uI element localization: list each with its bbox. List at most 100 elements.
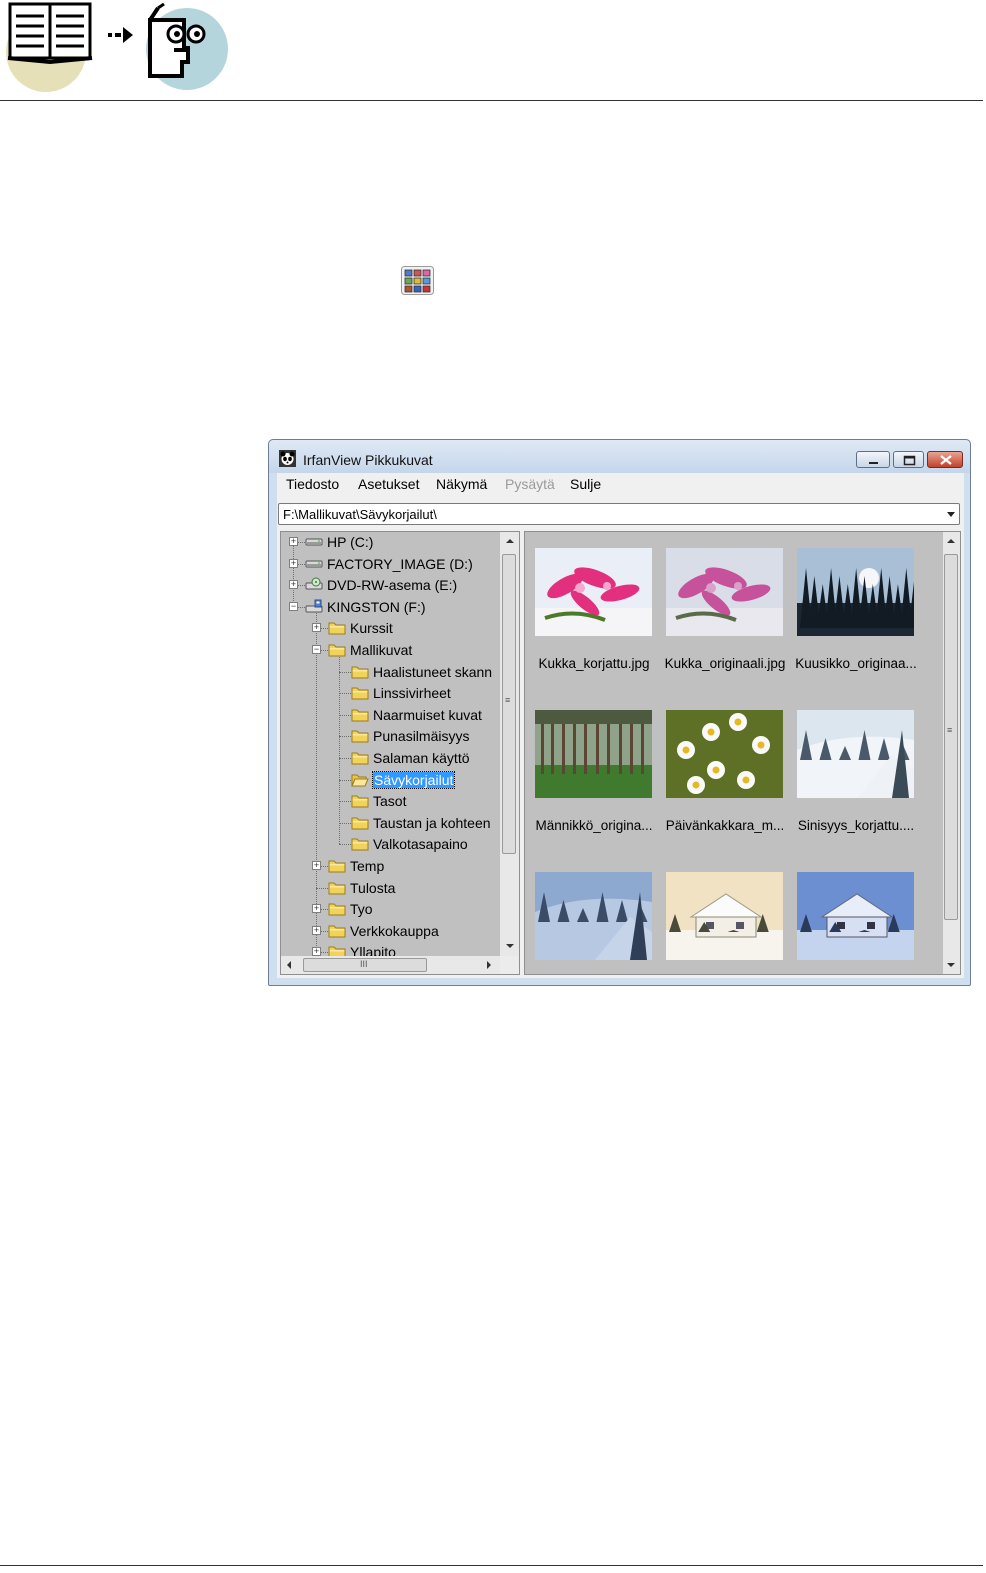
tree-node[interactable]: Sävykorjailut <box>281 770 511 791</box>
thumbnail-item[interactable]: Kukka_originaali.jpg <box>662 546 788 696</box>
title-bar[interactable]: IrfanView Pikkukuvat <box>269 440 970 473</box>
tree-node[interactable]: Taustan ja kohteen <box>281 813 511 834</box>
close-button[interactable] <box>927 451 963 468</box>
minimize-icon <box>869 462 878 464</box>
tree-node-label: KINGSTON (F:) <box>327 598 426 615</box>
collapse-icon[interactable]: − <box>289 601 298 611</box>
usb-drive-icon <box>305 599 323 614</box>
expand-icon[interactable]: + <box>312 925 321 935</box>
tree-node-label: Salaman käyttö <box>373 750 470 766</box>
path-value: F:\Mallikuvat\Sävykorjailut\ <box>283 507 437 522</box>
menu-sulje[interactable]: Sulje <box>570 476 601 492</box>
thumbnail-grid: Kukka_korjattu.jpg Kukka_originaali.jpg … <box>524 531 961 975</box>
thumbnail-image <box>666 548 783 636</box>
tree-node-label: Valkotasapaino <box>373 836 468 853</box>
thumbnail-image <box>797 710 914 798</box>
tree-vertical-scrollbar[interactable]: ≡ <box>500 532 519 956</box>
minimize-button[interactable] <box>856 451 890 468</box>
tree-node[interactable]: Tasot <box>281 791 511 812</box>
menu-pysayta[interactable]: Pysäytä <box>505 476 555 492</box>
thumbnail-item[interactable] <box>662 870 788 974</box>
thumbnail-image <box>535 710 652 798</box>
menu-tiedosto[interactable]: Tiedosto <box>286 476 339 492</box>
tree-node-label: FACTORY_IMAGE (D:) <box>327 555 473 572</box>
expand-icon[interactable]: + <box>312 904 321 914</box>
tree-node[interactable]: − KINGSTON (F:) <box>281 597 511 618</box>
tree-node[interactable]: + DVD-RW-asema (E:) <box>281 575 511 596</box>
tree-node-label: Linssivirheet <box>373 685 451 702</box>
tree-node[interactable]: Naarmuiset kuvat <box>281 705 511 726</box>
tree-node[interactable]: + HP (C:) <box>281 532 511 553</box>
expand-icon[interactable]: + <box>289 580 298 590</box>
scroll-up-icon[interactable] <box>506 539 514 543</box>
client-area: F:\Mallikuvat\Sävykorjailut\ + HP (C:) + FA… <box>277 495 964 978</box>
scroll-right-icon[interactable] <box>487 961 491 969</box>
thumbnail-image <box>797 872 914 960</box>
scroll-corner <box>500 956 519 974</box>
tree-node-label: Haalistuneet skann <box>373 663 493 680</box>
folder-icon <box>351 664 369 679</box>
folder-icon <box>328 880 346 895</box>
expand-icon[interactable]: + <box>289 558 298 568</box>
tree-node[interactable]: + FACTORY_IMAGE (D:) <box>281 554 511 575</box>
maximize-button[interactable] <box>893 451 924 468</box>
folder-icon <box>328 901 346 916</box>
scroll-down-icon[interactable] <box>947 963 955 967</box>
thumbnail-filename: Kukka_korjattu.jpg <box>538 656 650 671</box>
thumbnail-item[interactable]: Männikkö_origina... <box>531 708 657 858</box>
dvd-drive-icon <box>305 577 323 592</box>
scroll-down-icon[interactable] <box>506 944 514 948</box>
folder-icon <box>351 707 369 722</box>
tree-node[interactable]: Tulosta <box>281 878 511 899</box>
thumbnails-toolbar-icon <box>401 266 434 295</box>
folder-icon <box>351 750 369 765</box>
tree-node-label: Kurssit <box>350 620 393 637</box>
tree-node[interactable]: + Temp <box>281 856 511 877</box>
folder-icon <box>351 728 369 743</box>
tree-node[interactable]: − Mallikuvat <box>281 640 511 661</box>
scroll-left-icon[interactable] <box>287 961 291 969</box>
thumbnail-filename: Kuusikko_originaa... <box>795 656 917 671</box>
thumbnail-item[interactable]: Päivänkakkara_m... <box>662 708 788 858</box>
tree-node[interactable]: Haalistuneet skann <box>281 662 511 683</box>
folder-icon <box>328 620 346 635</box>
menu-asetukset[interactable]: Asetukset <box>358 476 419 492</box>
thumbnail-item[interactable]: Kukka_korjattu.jpg <box>531 546 657 696</box>
menu-nakyma[interactable]: Näkymä <box>436 476 487 492</box>
folder-tree: + HP (C:) + FACTORY_IMAGE (D:) + DVD-RW-asema… <box>280 531 520 975</box>
folder-icon <box>328 642 346 657</box>
thumbnail-item[interactable] <box>531 870 657 974</box>
tree-horizontal-scroll-thumb[interactable]: III <box>303 958 427 972</box>
collapse-icon[interactable]: − <box>312 645 321 654</box>
scroll-up-icon[interactable] <box>947 539 955 543</box>
tree-node[interactable]: + Tyo <box>281 899 511 920</box>
expand-icon[interactable]: + <box>312 623 321 633</box>
tree-node[interactable]: Salaman käyttö <box>281 748 511 769</box>
grip-icon: ≡ <box>947 725 953 735</box>
tree-node[interactable]: Valkotasapaino <box>281 834 511 855</box>
tree-node-label: Naarmuiset kuvat <box>373 706 482 723</box>
tree-node-label: Tulosta <box>350 879 396 896</box>
tree-node[interactable]: Linssivirheet <box>281 683 511 704</box>
tree-node-label: Verkkokauppa <box>350 922 439 939</box>
header-logo <box>6 2 228 92</box>
grip-label: III <box>360 959 368 969</box>
expand-icon[interactable]: + <box>289 537 298 546</box>
tree-vertical-scroll-thumb[interactable]: ≡ <box>502 554 516 854</box>
folder-open-icon <box>351 772 369 787</box>
tree-node[interactable]: + Verkkokauppa <box>281 921 511 942</box>
menu-bar: Tiedosto Asetukset Näkymä Pysäytä Sulje <box>277 473 964 495</box>
thumbnail-item[interactable]: Sinisyys_korjattu.... <box>793 708 919 858</box>
tree-horizontal-scrollbar[interactable]: III <box>281 956 500 974</box>
tree-node-label: Sävykorjailut <box>371 770 456 789</box>
panda-app-icon <box>279 450 296 467</box>
path-dropdown[interactable]: F:\Mallikuvat\Sävykorjailut\ <box>278 503 960 525</box>
thumbnail-vertical-scrollbar[interactable]: ≡ <box>943 532 960 974</box>
expand-icon[interactable]: + <box>312 861 321 870</box>
grip-icon: ≡ <box>505 695 511 705</box>
tree-node[interactable]: Punasilmäisyys <box>281 726 511 747</box>
tree-node[interactable]: + Kurssit <box>281 618 511 639</box>
thumbnail-vertical-scroll-thumb[interactable]: ≡ <box>944 554 958 920</box>
thumbnail-item[interactable]: Kuusikko_originaa... <box>793 546 921 696</box>
thumbnail-item[interactable] <box>793 870 919 974</box>
